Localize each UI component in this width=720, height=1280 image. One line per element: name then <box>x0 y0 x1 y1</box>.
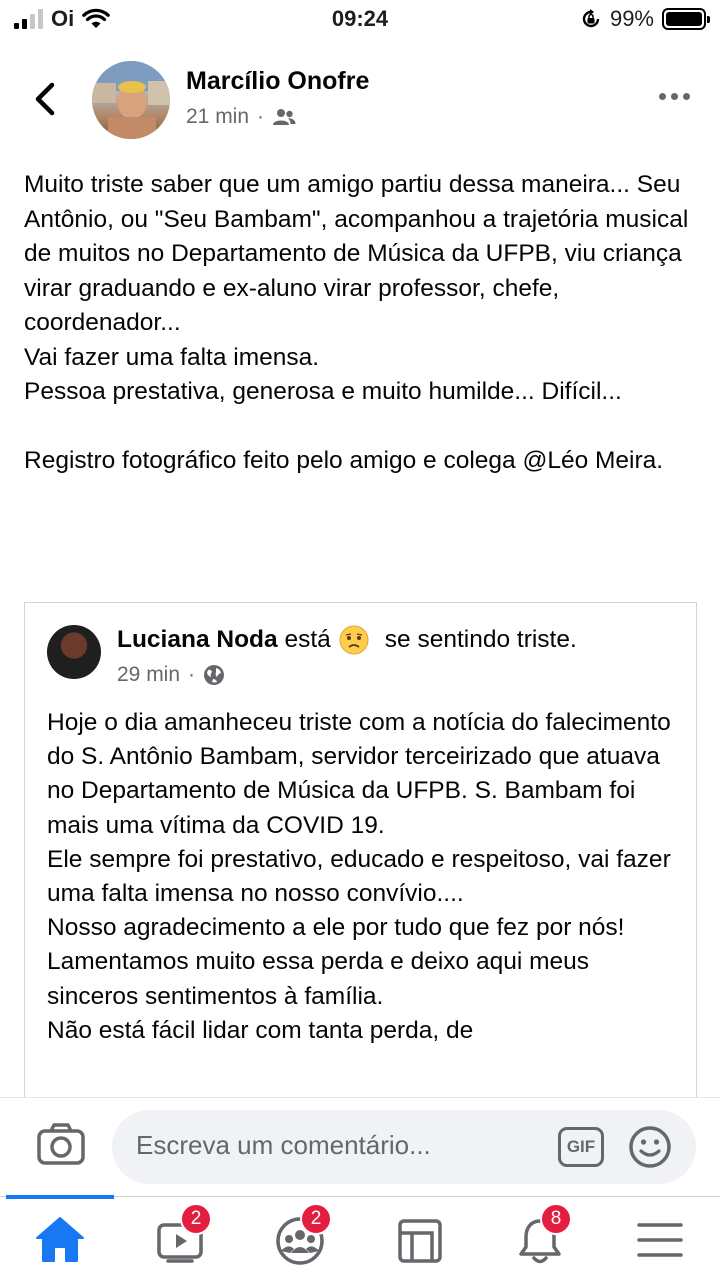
notifications-badge: 8 <box>540 1203 572 1235</box>
rotation-lock-icon <box>582 9 600 28</box>
feeling-prefix: está <box>284 626 331 653</box>
more-options-icon[interactable] <box>659 93 690 100</box>
comment-bar: Escreva um comentário... GIF <box>0 1097 720 1197</box>
post-text: Muito triste saber que um amigo partiu d… <box>24 171 689 474</box>
nav-home[interactable] <box>30 1213 90 1267</box>
shared-post-meta: 29 min · <box>117 663 225 687</box>
gif-button[interactable]: GIF <box>558 1127 604 1167</box>
shared-post-time[interactable]: 29 min <box>117 663 180 687</box>
avatar-photo <box>92 61 170 139</box>
shared-author-name[interactable]: Luciana Noda <box>117 626 278 654</box>
feeling-text: se sentindo triste. <box>384 626 577 653</box>
author-name[interactable]: Marcílio Onofre <box>186 67 369 96</box>
comment-placeholder: Escreva um comentário... <box>136 1130 431 1160</box>
nav-groups[interactable]: 2 <box>270 1203 332 1267</box>
globe-icon <box>204 665 225 685</box>
back-arrow-icon[interactable] <box>28 79 64 119</box>
sad-face-icon <box>339 625 369 655</box>
shared-meta-separator: · <box>188 663 196 686</box>
pages-icon <box>398 1219 442 1263</box>
home-icon <box>36 1217 84 1262</box>
post-meta: 21 min · <box>186 105 296 129</box>
nav-watch[interactable]: 2 <box>150 1203 212 1267</box>
nav-notifications[interactable]: 8 <box>510 1203 572 1267</box>
post-time[interactable]: 21 min <box>186 105 249 129</box>
shared-post-text: Hoje o dia amanheceu triste com a notíci… <box>47 709 671 1044</box>
groups-badge: 2 <box>300 1203 332 1235</box>
active-tab-indicator <box>6 1195 114 1199</box>
watch-badge: 2 <box>180 1203 212 1235</box>
shared-post-card[interactable]: Luciana Noda está se sentindo triste. 29… <box>24 602 697 1122</box>
friends-icon <box>273 109 296 125</box>
menu-icon <box>637 1223 683 1257</box>
nav-pages[interactable] <box>390 1213 450 1267</box>
camera-icon[interactable] <box>36 1122 86 1168</box>
status-bar: Oi 09:24 99% <box>0 0 720 40</box>
battery-percent: 99% <box>609 6 654 31</box>
emoji-icon[interactable] <box>628 1125 672 1169</box>
battery-group: 99% <box>580 6 710 32</box>
comment-input[interactable]: Escreva um comentário... GIF <box>112 1110 696 1184</box>
shared-author-avatar[interactable] <box>47 625 101 679</box>
bottom-nav: 2 2 8 <box>0 1195 720 1280</box>
post-header: Marcílio Onofre 21 min · <box>0 55 720 145</box>
nav-menu[interactable] <box>630 1213 690 1267</box>
shared-post-header: Luciana Noda está se sentindo triste. <box>117 625 577 655</box>
author-avatar[interactable] <box>92 61 170 139</box>
battery-icon <box>662 8 710 30</box>
meta-separator: · <box>257 105 265 128</box>
